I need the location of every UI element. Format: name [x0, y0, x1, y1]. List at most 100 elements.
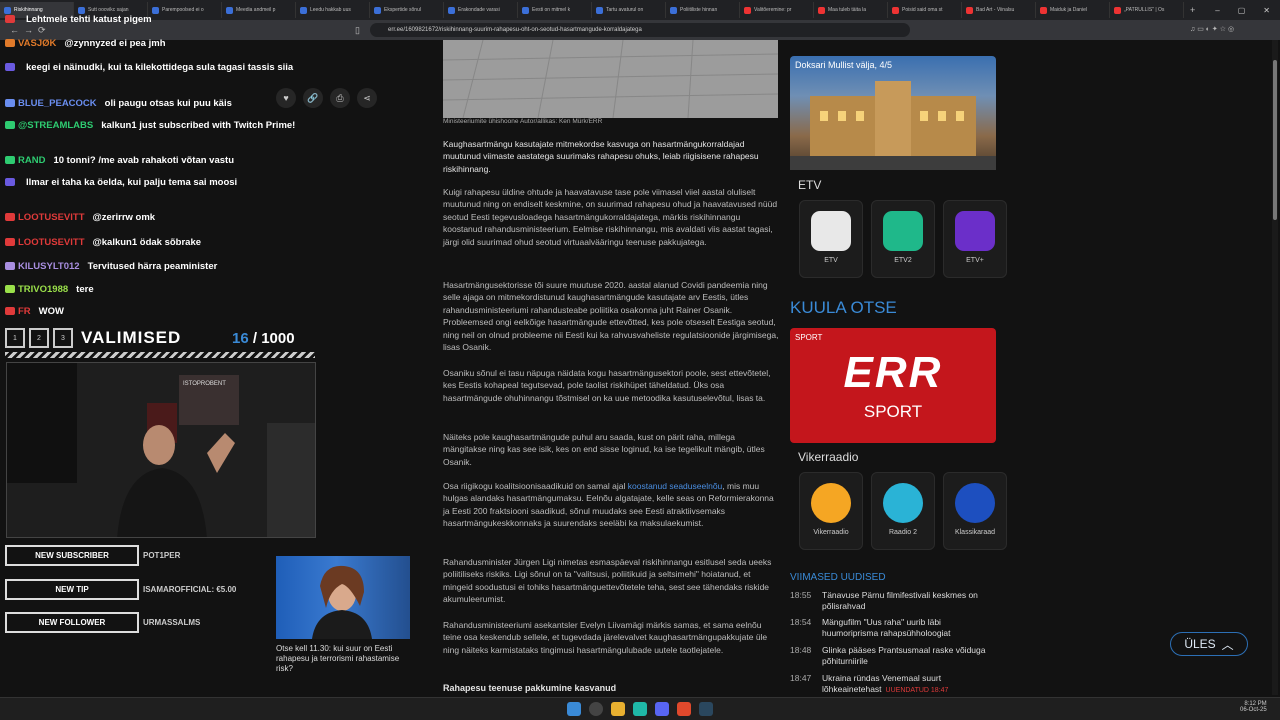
browser-tab[interactable]: Erakondade varasi [444, 2, 518, 18]
url-field[interactable]: err.ee/1609821672/riskihinnang-suurim-ra… [370, 23, 910, 37]
browser-tab[interactable]: Maa tuleb täita la [814, 2, 888, 18]
alert-value-subscriber: POT1PER [143, 551, 181, 560]
browser-tab[interactable]: Poisid said oma st [888, 2, 962, 18]
toolbar-icons[interactable]: ♫ ▭ ◐ ✦ ☆ ◎ [1190, 25, 1234, 33]
news-time: 18:47 [790, 673, 812, 683]
chat-message: FR WOW [5, 306, 305, 318]
news-item[interactable]: 18:55 Tänavuse Pärnu filmifestivali keskm… [790, 590, 996, 612]
chat-username: LOOTUSEVITT [18, 212, 85, 223]
browser-tab[interactable]: Poliitiliste hinnan [666, 2, 740, 18]
channel-label: ETV+ [966, 257, 984, 264]
channel-tile[interactable]: Vikerraadio [799, 472, 863, 550]
webcam-feed: ISTOPROBENT [6, 362, 316, 538]
search-icon[interactable] [589, 702, 603, 716]
browser-tab[interactable]: Ekspertide sõnul [370, 2, 444, 18]
err-favicon-icon [374, 6, 381, 14]
decorative-stripe [5, 352, 315, 358]
chat-badge-icon [5, 99, 15, 108]
tab-label: Maiduk ja Daniel [1050, 7, 1087, 13]
print-icon[interactable]: ⎙ [330, 88, 350, 108]
chat-text: oli paugu otsas kui puu käis [104, 98, 232, 109]
system-clock[interactable]: 8:12 PM 06-Oct-25 [1240, 701, 1267, 713]
browser-tab[interactable]: Leedu hakkab uus [296, 2, 370, 18]
channel-tile[interactable]: ETV [799, 200, 863, 278]
red-favicon-icon [892, 6, 899, 14]
article-paragraph: Osa riigikogu koalitsioonisaadikuid on s… [443, 480, 779, 530]
maximize-icon[interactable]: ▢ [1238, 6, 1246, 15]
forward-icon[interactable]: → [24, 25, 33, 35]
err-favicon-icon [670, 6, 677, 14]
tab-label: Eesti on mitmel k [532, 7, 571, 13]
browser-tab[interactable]: Maiduk ja Daniel [1036, 2, 1110, 18]
chat-message: Lehtmele tehti katust pigem [5, 14, 305, 26]
chat-badge-icon [5, 121, 15, 130]
tab-label: Riskihinnang [14, 7, 43, 13]
chat-badge-icon [5, 178, 15, 187]
vote-counter: 16 / 1000 [232, 330, 295, 347]
channel-tile[interactable]: ETV+ [943, 200, 1007, 278]
close-icon[interactable]: ✕ [1263, 6, 1270, 15]
vote-tab-3[interactable]: 3 [53, 328, 73, 348]
chat-username: TRIVO1988 [18, 284, 69, 295]
image-caption: Ministeeriumite ühishoone Autor/allikas:… [443, 118, 603, 125]
heart-icon[interactable]: ♥ [276, 88, 296, 108]
chat-text: @zynnyzed ei pea jmh [64, 38, 166, 49]
news-item[interactable]: 18:47 Ukraina ründas Venemaal suurt lõhke… [790, 673, 996, 696]
etv-heading: ETV [798, 178, 822, 192]
related-news-caption[interactable]: Otse kell 11.30: kui suur on Eesti rahap… [276, 644, 416, 674]
news-item[interactable]: 18:54 Mängufilm "Uus raha" uurib läbi huu… [790, 617, 996, 639]
channel-label: Vikerraadio [813, 529, 849, 536]
bill-link[interactable]: koostanud seaduseelnõu [628, 481, 723, 491]
article-paragraph: Rahandusminister Jürgen Ligi nimetas esm… [443, 557, 772, 605]
reload-icon[interactable]: ⟳ [38, 25, 46, 36]
browser-tab[interactable]: Tartu avaturul on [592, 2, 666, 18]
browser-tab[interactable]: Bad Art - Viinalsu [962, 2, 1036, 18]
scroll-to-top-button[interactable]: ÜLES ︿ [1170, 632, 1248, 656]
youtube-favicon-icon [966, 6, 973, 14]
err-favicon-icon [78, 6, 85, 14]
promo-card[interactable]: Doksari Mullist välja, 4/5 [790, 56, 996, 170]
brave-icon[interactable] [677, 702, 691, 716]
scroll-to-top-label: ÜLES [1184, 637, 1216, 651]
start-icon[interactable] [567, 702, 581, 716]
new-tab-icon[interactable]: + [1184, 5, 1201, 15]
channel-tile[interactable]: Raadio 2 [871, 472, 935, 550]
news-time: 18:48 [790, 645, 812, 655]
channel-tile[interactable]: ETV2 [871, 200, 935, 278]
app-icon[interactable] [633, 702, 647, 716]
steam-icon[interactable] [699, 702, 713, 716]
scrollbar-thumb[interactable] [1273, 60, 1277, 220]
chat-text: Lehtmele tehti katust pigem [26, 14, 152, 25]
channel-tile[interactable]: Klassikaraad [943, 472, 1007, 550]
back-icon[interactable]: ← [10, 25, 19, 35]
browser-tab[interactable]: Valitõeremine: pr [740, 2, 814, 18]
poster-text: ISTOPROBENT [183, 381, 226, 387]
chat-text: tere [76, 284, 94, 295]
folder-icon[interactable] [611, 702, 625, 716]
err-sport-card[interactable]: SPORT ERR SPORT [790, 328, 996, 443]
chat-text: @zerirrw omk [92, 212, 156, 223]
minimize-icon[interactable]: – [1215, 6, 1219, 15]
discord-icon[interactable] [655, 702, 669, 716]
err-favicon-icon [152, 6, 159, 14]
browser-tab[interactable]: „PATRULLIS" | Os [1110, 2, 1184, 18]
news-item[interactable]: 18:48 Glinka pääses Prantsusmaal raske võ… [790, 645, 996, 667]
channel-logo-icon [955, 483, 995, 523]
link-icon[interactable]: 🔗 [303, 88, 323, 108]
share-icon[interactable]: ⋖ [357, 88, 377, 108]
chat-badge-icon [5, 15, 15, 24]
vote-total: / 1000 [252, 330, 295, 347]
chat-text: Ilmar ei taha ka öelda, kui palju tema s… [26, 177, 238, 188]
article-paragraph: Hasartmängusektorisse tõi suure muutuse … [443, 280, 779, 353]
listen-live-heading: KUULA OTSE [790, 298, 897, 317]
tab-label: Parempoolsed ei o [162, 7, 204, 13]
vote-tab-1[interactable]: 1 [5, 328, 25, 348]
related-news-thumbnail[interactable] [276, 556, 410, 639]
browser-tab[interactable]: Eesti on mitmel k [518, 2, 592, 18]
scrollbar[interactable] [1272, 40, 1278, 695]
vote-tab-2[interactable]: 2 [29, 328, 49, 348]
bookmark-icon[interactable]: ▯ [355, 25, 360, 36]
news-title: Mängufilm "Uus raha" uurib läbi huumorip… [822, 617, 951, 638]
channel-logo-icon [811, 483, 851, 523]
err-favicon-icon [596, 6, 603, 14]
